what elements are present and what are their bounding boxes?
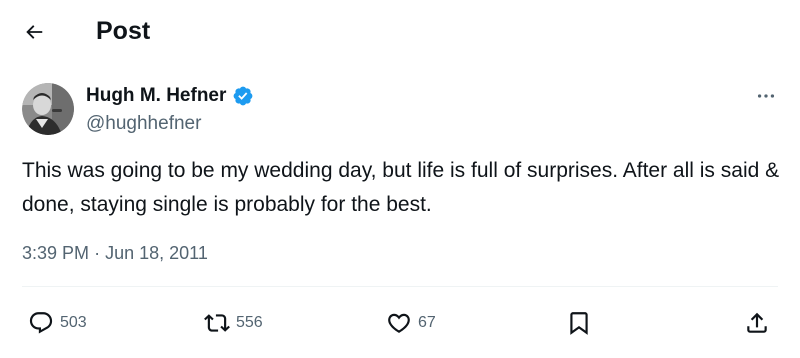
- post-text: This was going to be my wedding day, but…: [22, 159, 780, 216]
- back-button[interactable]: [16, 14, 52, 50]
- author-display-name[interactable]: Hugh M. Hefner: [86, 84, 226, 108]
- post-time[interactable]: 3:39 PM: [22, 243, 89, 263]
- heart-icon: [386, 310, 412, 336]
- timestamp-separator: ·: [94, 243, 101, 263]
- post-detail-view: Post Hugh M. Hefner @hughhefner This was…: [0, 0, 800, 358]
- repost-button[interactable]: 556: [204, 310, 263, 336]
- bookmark-icon: [566, 310, 592, 336]
- reply-count: 503: [60, 314, 87, 331]
- post-date[interactable]: Jun 18, 2011: [105, 243, 208, 263]
- share-icon: [744, 310, 770, 336]
- more-horizontal-icon: [755, 85, 777, 107]
- divider: [22, 286, 778, 287]
- like-count: 67: [418, 314, 436, 331]
- avatar[interactable]: [22, 83, 74, 135]
- author-handle[interactable]: @hughhefner: [86, 112, 201, 136]
- page-header: Post: [0, 0, 800, 62]
- page-title: Post: [96, 17, 151, 45]
- share-button[interactable]: [744, 310, 770, 336]
- bookmark-button[interactable]: [566, 310, 592, 336]
- reply-button[interactable]: 503: [28, 310, 87, 336]
- author-name-row: Hugh M. Hefner: [86, 84, 254, 108]
- repost-icon: [204, 310, 230, 336]
- like-button[interactable]: 67: [386, 310, 436, 336]
- arrow-left-icon: [23, 21, 45, 43]
- repost-count: 556: [236, 314, 263, 331]
- verified-badge-icon[interactable]: [232, 85, 254, 107]
- reply-icon: [28, 310, 54, 336]
- post-timestamp: 3:39 PM · Jun 18, 2011: [22, 241, 208, 265]
- more-options-button[interactable]: [748, 84, 784, 108]
